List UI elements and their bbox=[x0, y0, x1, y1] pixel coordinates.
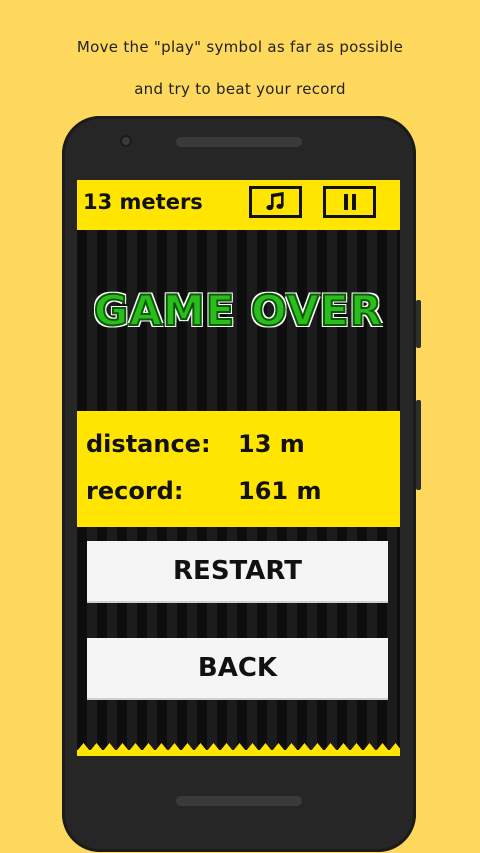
stats-panel: distance: 13 m record: 161 m bbox=[77, 411, 400, 527]
music-toggle-button[interactable] bbox=[249, 186, 302, 218]
phone-volume-button bbox=[416, 400, 421, 490]
back-button[interactable]: BACK bbox=[87, 638, 388, 698]
pause-button[interactable] bbox=[323, 186, 376, 218]
phone-camera bbox=[120, 135, 132, 147]
hud-bar: 13 meters bbox=[77, 180, 400, 230]
phone-earpiece bbox=[176, 137, 302, 147]
distance-counter: 13 meters bbox=[83, 190, 203, 214]
instruction-line-2: and try to beat your record bbox=[134, 80, 346, 98]
game-over-title: GAME OVER bbox=[93, 285, 384, 336]
spike-floor bbox=[77, 743, 400, 756]
instruction-line-1: Move the "play" symbol as far as possibl… bbox=[76, 38, 404, 56]
record-label: record: bbox=[86, 477, 184, 505]
pause-icon bbox=[343, 194, 356, 210]
phone-bottom-speaker bbox=[176, 796, 302, 806]
restart-button[interactable]: RESTART bbox=[87, 541, 388, 601]
record-value: 161 m bbox=[238, 477, 322, 505]
distance-value: 13 m bbox=[238, 430, 305, 458]
game-screen: 13 meters GAME OVER distance: 13 m recor… bbox=[77, 180, 400, 756]
music-note-icon bbox=[265, 192, 284, 211]
distance-label: distance: bbox=[86, 430, 211, 458]
phone-side-button bbox=[416, 300, 421, 348]
